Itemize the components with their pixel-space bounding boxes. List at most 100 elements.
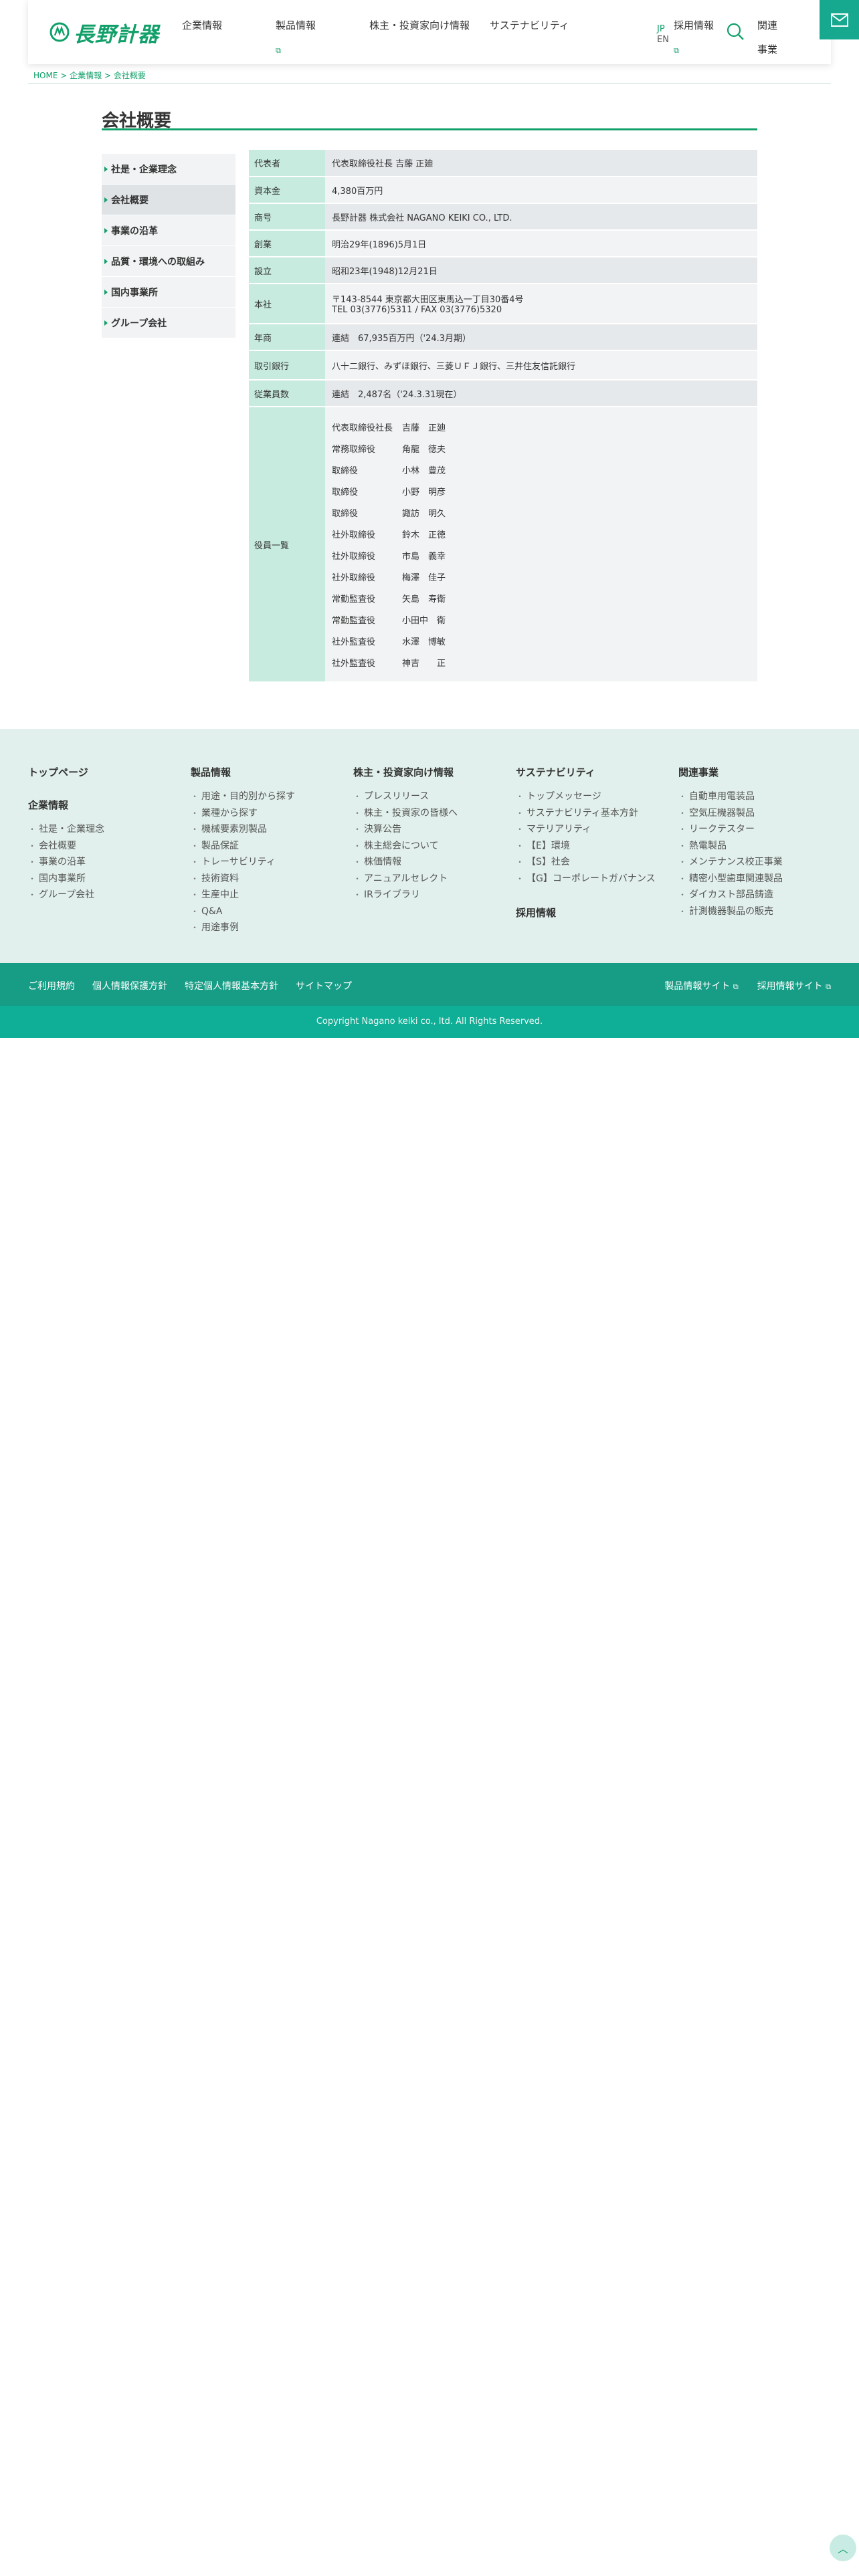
footer-link[interactable]: 用途・目的別から探す (191, 788, 295, 805)
nav-sustainability[interactable]: サステナビリティ (490, 13, 617, 53)
footer-link[interactable]: 精密小型歯車関連製品 (678, 871, 783, 887)
footer-link[interactable]: 自動車用電装品 (678, 788, 783, 805)
table-row: 設立 昭和23年(1948)12月21日 (249, 257, 757, 284)
breadcrumb-divider (28, 83, 831, 84)
footer-link[interactable]: 空気圧機器製品 (678, 805, 783, 822)
breadcrumb-home[interactable]: HOME (33, 71, 58, 80)
table-row: 創業 明治29年(1896)5月1日 (249, 230, 757, 257)
footer-link-top[interactable]: トップページ (28, 765, 104, 779)
footer-head-sustainability[interactable]: サステナビリティ (516, 765, 656, 779)
link-label: 採用情報サイト (757, 981, 823, 992)
footer-link-specific-privacy[interactable]: 特定個人情報基本方針 (185, 979, 278, 992)
footer-link[interactable]: 用途事例 (191, 920, 295, 936)
officer-name: 角龍 徳夫 (402, 444, 446, 455)
footer-link-recruit-site[interactable]: 採用情報サイト ⧉ (757, 979, 831, 992)
footer-link[interactable]: 会社概要 (28, 838, 104, 855)
nav-products[interactable]: 製品情報 ⧉ (276, 13, 369, 55)
nav-label: 株主・投資家向け情報 (369, 19, 470, 31)
side-item-group-companies[interactable]: グループ会社 (102, 308, 235, 338)
footer-head-corporate[interactable]: 企業情報 (28, 798, 104, 812)
footer-link[interactable]: リークテスター (678, 821, 783, 838)
language-switch[interactable]: JP EN (657, 24, 669, 45)
footer-link[interactable]: 製品保証 (191, 838, 295, 855)
footer-link[interactable]: 生産中止 (191, 887, 295, 903)
nav-recruit[interactable]: 採用情報 ⧉ (674, 13, 714, 63)
officer-role: 取締役 (332, 508, 359, 519)
nav-ir[interactable]: 株主・投資家向け情報 (369, 13, 490, 53)
footer-head-related[interactable]: 関連事業 (678, 765, 783, 779)
row-label: 創業 (249, 230, 325, 257)
footer-head-products[interactable]: 製品情報 (191, 765, 295, 779)
footer-link[interactable]: 社是・企業理念 (28, 821, 104, 838)
footer-link[interactable]: 株主・投資家の皆様へ (353, 805, 458, 822)
logo-mark-icon (50, 22, 70, 42)
row-value: 4,380百万円 (325, 177, 757, 204)
footer-link[interactable]: 【E】環境 (516, 838, 656, 855)
footer-link[interactable]: 技術資料 (191, 871, 295, 887)
officer-row: 取締役 諏訪 明久 (332, 502, 751, 523)
footer-link[interactable]: ダイカスト部品鋳造 (678, 887, 783, 903)
footer-link[interactable]: プレスリリース (353, 788, 458, 805)
footer-link[interactable]: 【S】社会 (516, 854, 656, 871)
lang-jp[interactable]: JP (657, 24, 669, 35)
footer-link[interactable]: 業種から探す (191, 805, 295, 822)
footer-link[interactable]: メンテナンス校正事業 (678, 854, 783, 871)
footer-link[interactable]: トップメッセージ (516, 788, 656, 805)
footer-link[interactable]: 株主総会について (353, 838, 458, 855)
row-label: 役員一覧 (249, 407, 325, 683)
row-value: 代表取締役社長 吉藤 正廸 (325, 150, 757, 177)
site-footer: トップページ 企業情報 社是・企業理念 会社概要 事業の沿革 国内事業所 グルー… (0, 729, 859, 963)
address-line: 〒143-8544 東京都大田区東馬込一丁目30番4号 (332, 295, 524, 305)
side-item-history[interactable]: 事業の沿革 (102, 215, 235, 246)
footer-link[interactable]: 【G】コーポレートガバナンス (516, 871, 656, 887)
officer-role: 常務取締役 (332, 444, 376, 455)
footer-link[interactable]: グループ会社 (28, 887, 104, 903)
search-icon[interactable] (725, 21, 745, 41)
footer-head-ir[interactable]: 株主・投資家向け情報 (353, 765, 458, 779)
table-row: 資本金 4,380百万円 (249, 177, 757, 204)
logo[interactable]: 長野計器 (50, 19, 167, 47)
footer-col-ir: 株主・投資家向け情報 プレスリリース 株主・投資家の皆様へ 決算公告 株主総会に… (353, 765, 458, 903)
footer-link-sitemap[interactable]: サイトマップ (296, 979, 352, 992)
side-item-domestic-offices[interactable]: 国内事業所 (102, 277, 235, 308)
table-row: 代表者 代表取締役社長 吉藤 正廸 (249, 150, 757, 177)
footer-link[interactable]: 株価情報 (353, 854, 458, 871)
footer-link-privacy[interactable]: 個人情報保護方針 (92, 979, 167, 992)
footer-link[interactable]: 決算公告 (353, 821, 458, 838)
officers-list: 代表取締役社長 吉藤 正廸 常務取締役 角龍 徳夫 取締役 小林 豊茂 取締役 小野 明… (325, 407, 757, 683)
footer-link[interactable]: トレーサビリティ (191, 854, 295, 871)
row-value: 長野計器 株式会社 NAGANO KEIKI CO., LTD. (325, 203, 757, 231)
row-label: 代表者 (249, 150, 325, 177)
logo-text: 長野計器 (74, 22, 159, 47)
row-label: 従業員数 (249, 380, 325, 407)
officer-role: 社外取締役 (332, 551, 376, 562)
nav-corporate[interactable]: 企業情報 (182, 13, 276, 53)
lang-en[interactable]: EN (657, 35, 669, 45)
nav-related-business[interactable]: 関連事業 (757, 13, 784, 62)
footer-link[interactable]: Q&A (191, 903, 295, 920)
side-item-philosophy[interactable]: 社是・企業理念 (102, 154, 235, 185)
footer-link[interactable]: アニュアルセレクト (353, 871, 458, 887)
side-item-quality-environment[interactable]: 品質・環境への取組み (102, 246, 235, 277)
footer-link-product-site[interactable]: 製品情報サイト ⧉ (664, 979, 738, 992)
breadcrumb-corporate[interactable]: 企業情報 (70, 71, 102, 80)
contact-mail-button[interactable] (820, 0, 859, 39)
footer-link[interactable]: 計測機器製品の販売 (678, 903, 783, 920)
side-menu: 社是・企業理念 会社概要 事業の沿革 品質・環境への取組み 国内事業所 グループ… (102, 154, 235, 338)
footer-link[interactable]: 熱電製品 (678, 838, 783, 855)
footer-link[interactable]: IRライブラリ (353, 887, 458, 903)
footer-link[interactable]: サステナビリティ基本方針 (516, 805, 656, 822)
footer-link[interactable]: マテリアリティ (516, 821, 656, 838)
footer-link-terms[interactable]: ご利用規約 (28, 979, 75, 992)
footer-link[interactable]: 事業の沿革 (28, 854, 104, 871)
mail-icon (830, 13, 848, 27)
back-to-top-button[interactable]: ︿ (830, 2535, 856, 2561)
side-item-company-profile[interactable]: 会社概要 (102, 185, 235, 215)
officer-role: 取締役 (332, 465, 359, 476)
footer-link[interactable]: 国内事業所 (28, 871, 104, 887)
table-row: 商号 長野計器 株式会社 NAGANO KEIKI CO., LTD. (249, 203, 757, 231)
row-label: 取引銀行 (249, 350, 325, 381)
footer-link[interactable]: 機械要素別製品 (191, 821, 295, 838)
officer-name: 小野 明彦 (402, 487, 446, 498)
footer-head-recruit[interactable]: 採用情報 (516, 905, 656, 920)
